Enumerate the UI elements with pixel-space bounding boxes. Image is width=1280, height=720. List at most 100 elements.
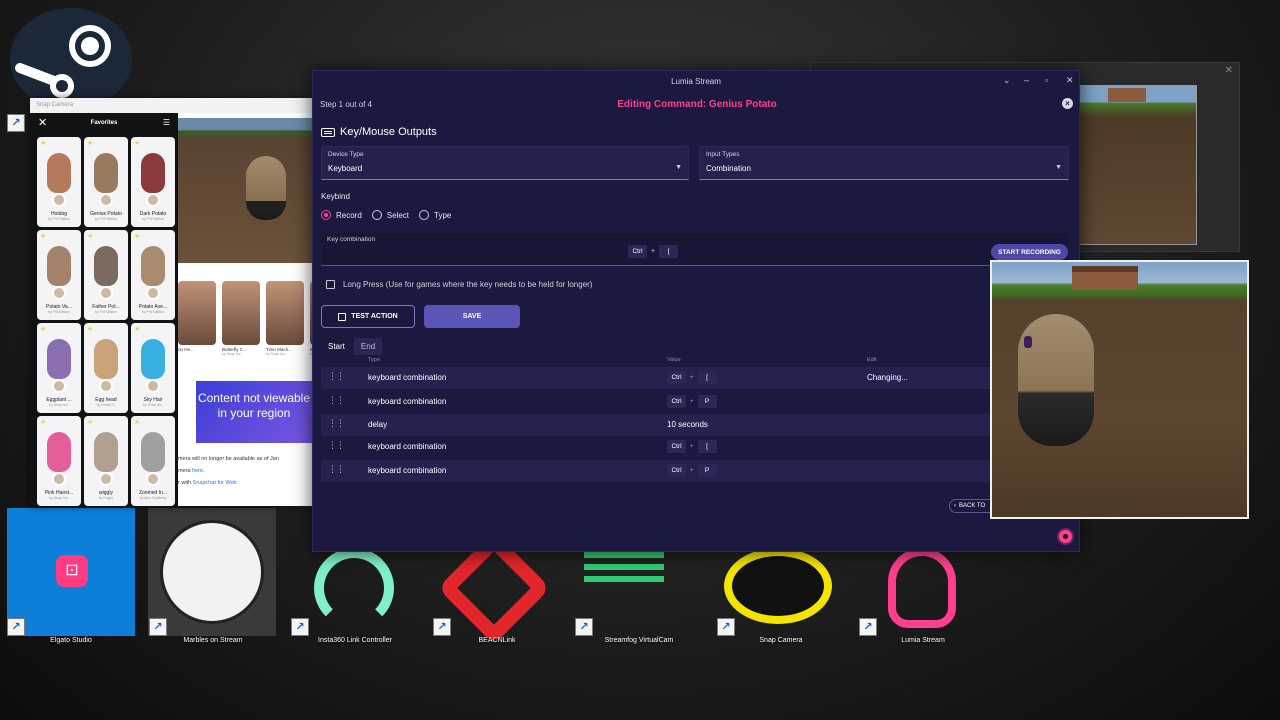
radio-selected-icon[interactable] [321, 210, 331, 220]
star-icon[interactable]: ★ [134, 325, 140, 333]
radio-icon[interactable] [371, 210, 382, 220]
region-banner: Content not viewable in your region [196, 381, 312, 443]
lens-card[interactable]: ★ Pink Hairst... by Snap Inc. [37, 416, 81, 506]
lens-card[interactable]: ★ Potato Ave... by Phil Walton [131, 230, 175, 320]
row-type: keyboard combination [368, 397, 447, 406]
row-value: Ctrl + [ [667, 440, 717, 453]
desktop-label: Snap Camera [759, 637, 803, 644]
shortcut-arrow-icon: ↗ [859, 618, 877, 636]
featured-lens-card[interactable]: Time Mach... by Snap Inc. [266, 281, 304, 361]
lens-thumbnail: ★ [84, 323, 128, 393]
drag-handle-icon[interactable]: ⋮⋮ [328, 419, 345, 428]
drag-handle-icon[interactable]: ⋮⋮ [328, 465, 345, 474]
test-action-button[interactable]: TEST ACTION [321, 305, 415, 328]
star-icon[interactable]: ★ [87, 139, 93, 147]
record-status-icon[interactable] [1059, 530, 1072, 543]
creator-avatar [146, 472, 160, 486]
lens-thumbnail: ★ [37, 230, 81, 300]
lens-card[interactable]: ★ wiggly by Knight [84, 416, 128, 506]
row-type: keyboard combination [368, 466, 447, 475]
device-type-value: Keyboard [328, 164, 363, 173]
long-press-option[interactable]: Long Press (Use for games where the key … [326, 280, 592, 289]
lens-creator: by Knight [98, 496, 114, 500]
start-recording-button[interactable]: START RECORDING [991, 244, 1068, 260]
lens-card[interactable]: ★ Eggplant ... by Snap Inc. [37, 323, 81, 413]
shortcut-arrow-icon: ↗ [291, 618, 309, 636]
row-type: keyboard combination [368, 442, 447, 451]
star-icon[interactable]: ★ [134, 418, 140, 426]
background-video-thumbnail [1077, 85, 1197, 245]
lens-card[interactable]: ★ Dark Potato by Phil Walton [131, 137, 175, 227]
potato-lens-face [1018, 314, 1094, 446]
keybind-label: Keybind [321, 192, 350, 201]
dialog-close-icon[interactable]: × [1062, 98, 1073, 109]
row-edit-status[interactable]: Changing... [867, 373, 908, 382]
keycap: P [697, 395, 717, 408]
radio-record[interactable]: Record [321, 210, 362, 220]
radio-select[interactable]: Select [371, 210, 409, 220]
star-icon[interactable]: ★ [134, 139, 140, 147]
lens-card[interactable]: ★ Egg head by Daniel S. [84, 323, 128, 413]
lens-creator: by Phil Walton [94, 217, 118, 221]
featured-lens-card[interactable]: on He... [178, 281, 216, 361]
radio-icon[interactable] [419, 210, 430, 220]
snapchat-web-link[interactable]: Snapchat for Web [193, 480, 237, 486]
key-combination-field[interactable]: Key combination Ctrl + [ START RECORDING [321, 233, 1069, 266]
keycap: [ [697, 440, 717, 453]
star-icon[interactable]: ★ [87, 418, 93, 426]
desktop-icon-marbles[interactable] [148, 508, 276, 636]
radio-label: Type [434, 210, 452, 220]
here-link[interactable]: here [192, 468, 203, 474]
lens-thumbnail: ★ [37, 137, 81, 207]
minimize-icon[interactable]: – [1024, 75, 1029, 85]
star-icon[interactable]: ★ [87, 325, 93, 333]
featured-lens-card[interactable]: Butterfly C... by Snap Inc. [222, 281, 260, 361]
chevron-down-icon[interactable]: ⌄ [1003, 75, 1011, 85]
lens-face [141, 339, 165, 379]
menu-icon[interactable]: ☰ [163, 118, 170, 127]
input-types-select[interactable]: Input Types Combination ▼ [699, 146, 1069, 180]
desktop-icon-elgato-studio[interactable]: ⊡ [7, 508, 135, 636]
lens-creator: by Snap Inc. [49, 496, 69, 500]
star-icon[interactable]: ★ [40, 418, 46, 426]
table-row[interactable]: ⋮⋮ keyboard combination Ctrl + [ [321, 436, 991, 458]
desktop-label: Streamfog VirtualCam [604, 637, 674, 644]
star-icon[interactable]: ★ [40, 325, 46, 333]
lens-card[interactable]: ★ Father Pot... by Phil Walton [84, 230, 128, 320]
drag-handle-icon[interactable]: ⋮⋮ [328, 372, 345, 381]
maximize-icon[interactable]: ▫ [1045, 75, 1048, 85]
lens-card[interactable]: ★ Potato Va... by Phil Walton [37, 230, 81, 320]
table-row[interactable]: ⋮⋮ delay 10 seconds [321, 414, 991, 436]
drag-handle-icon[interactable]: ⋮⋮ [328, 396, 345, 405]
tab-start[interactable]: Start [321, 338, 352, 355]
elgato-logo-icon: ⊡ [56, 555, 88, 587]
tab-end[interactable]: End [353, 338, 383, 355]
radio-type[interactable]: Type [419, 210, 451, 220]
table-row[interactable]: ⋮⋮ keyboard combination Ctrl + P [321, 460, 991, 482]
lens-card[interactable]: ★ Zoomed In... by Alex Goldberg [131, 416, 175, 506]
lens-card[interactable]: ★ Hotdog by Phil Walton [37, 137, 81, 227]
key-separator: + [690, 374, 694, 381]
star-icon[interactable]: ★ [40, 232, 46, 240]
close-icon[interactable]: ✕ [38, 116, 47, 129]
snap-camera-window[interactable]: Snap Camera ✕ Favorites ☰ ★ Hotdog by Phil… [30, 98, 312, 506]
table-row[interactable]: ⋮⋮ keyboard combination Ctrl + [ Changin… [321, 367, 991, 389]
lens-thumbnail: ★ [37, 323, 81, 393]
star-icon[interactable]: ★ [87, 232, 93, 240]
star-icon[interactable]: ★ [40, 139, 46, 147]
star-icon[interactable]: ★ [134, 232, 140, 240]
long-press-checkbox[interactable] [326, 280, 335, 289]
steam-logo-icon[interactable] [10, 8, 132, 110]
lens-card[interactable]: ★ Genius Potato by Phil Walton [84, 137, 128, 227]
notice-text: r with [178, 480, 193, 486]
save-button[interactable]: SAVE [424, 305, 520, 328]
drag-handle-icon[interactable]: ⋮⋮ [328, 441, 345, 450]
lens-card[interactable]: ★ Sky Hair by Snap Inc. [131, 323, 175, 413]
device-type-select[interactable]: Device Type Keyboard ▼ [321, 146, 689, 180]
close-icon[interactable]: ✕ [1225, 65, 1233, 76]
close-icon[interactable]: ✕ [1066, 75, 1074, 85]
potato-eye [1024, 336, 1032, 348]
creator-avatar [146, 379, 160, 393]
table-row[interactable]: ⋮⋮ keyboard combination Ctrl + P [321, 391, 991, 413]
shortcut-arrow-icon: ↗ [575, 618, 593, 636]
